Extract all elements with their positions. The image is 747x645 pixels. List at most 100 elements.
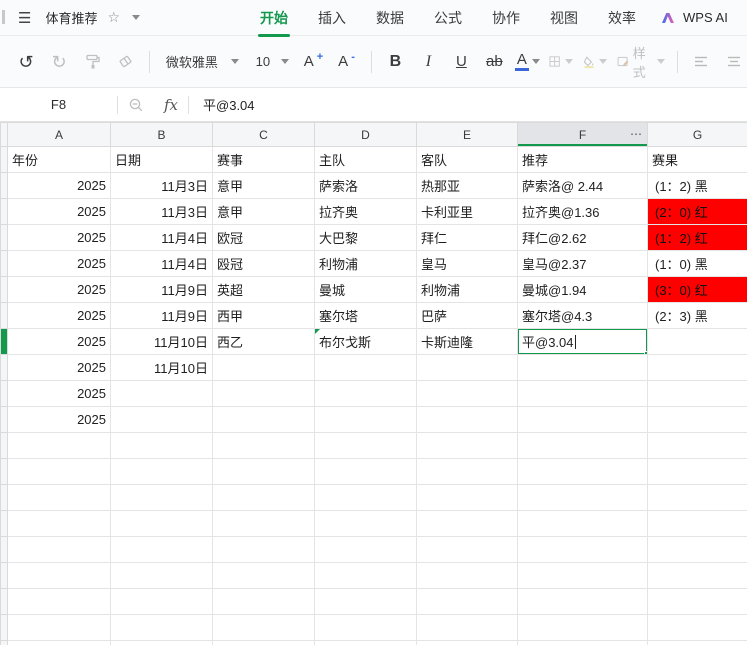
cell[interactable]: [7, 588, 111, 615]
cell[interactable]: [314, 588, 417, 615]
cell[interactable]: [647, 328, 747, 355]
row-header[interactable]: [0, 380, 8, 407]
row-header[interactable]: [0, 224, 8, 251]
font-name-select[interactable]: 微软雅黑: [162, 48, 243, 76]
italic-button[interactable]: I: [416, 48, 440, 76]
cell[interactable]: 西乙: [212, 328, 315, 355]
cell[interactable]: 西甲: [212, 302, 315, 329]
cell-result-red[interactable]: (2：0) 红: [647, 198, 747, 225]
tab-insert[interactable]: 插入: [316, 8, 348, 28]
cell[interactable]: [517, 588, 648, 615]
cell[interactable]: [110, 562, 213, 589]
cell[interactable]: [314, 562, 417, 589]
cell[interactable]: [517, 354, 648, 381]
row-header[interactable]: [0, 588, 8, 615]
column-header-A[interactable]: A: [7, 122, 111, 147]
cell[interactable]: 拜仁: [416, 224, 518, 251]
cell[interactable]: (1：0) 黑: [647, 250, 747, 277]
cell[interactable]: [212, 614, 315, 641]
cell[interactable]: 11月3日: [110, 172, 213, 199]
cell[interactable]: [517, 510, 648, 537]
cell[interactable]: 利物浦: [314, 250, 417, 277]
cell[interactable]: (1：2) 黑: [647, 172, 747, 199]
cell[interactable]: [314, 406, 417, 433]
cell[interactable]: 11月4日: [110, 250, 213, 277]
cell[interactable]: 塞尔塔@4.3: [517, 302, 648, 329]
cell[interactable]: [416, 614, 518, 641]
cell[interactable]: [7, 640, 111, 645]
cell[interactable]: 2025: [7, 380, 111, 407]
row-header[interactable]: [0, 172, 8, 199]
cell[interactable]: 2025: [7, 172, 111, 199]
cell[interactable]: [212, 380, 315, 407]
tab-data[interactable]: 数据: [374, 8, 406, 28]
cell[interactable]: 拉齐奥@1.36: [517, 198, 648, 225]
cell[interactable]: [7, 432, 111, 459]
cell[interactable]: 推荐: [517, 146, 648, 173]
cell[interactable]: [517, 432, 648, 459]
cell[interactable]: [314, 458, 417, 485]
cell[interactable]: [517, 640, 648, 645]
tab-home[interactable]: 开始: [258, 8, 291, 37]
tab-view[interactable]: 视图: [548, 8, 580, 28]
cell[interactable]: [416, 588, 518, 615]
row-header[interactable]: [0, 510, 8, 537]
cell[interactable]: 皇马: [416, 250, 518, 277]
cell[interactable]: 11月9日: [110, 276, 213, 303]
row-header[interactable]: [0, 432, 8, 459]
cell[interactable]: [212, 588, 315, 615]
row-header[interactable]: [0, 302, 8, 329]
row-header[interactable]: [0, 406, 8, 433]
fill-handle[interactable]: [644, 351, 647, 354]
cell[interactable]: [110, 536, 213, 563]
cell[interactable]: 萨索洛@ 2.44: [517, 172, 648, 199]
column-menu-icon[interactable]: ⋯: [630, 127, 642, 141]
cell[interactable]: [314, 354, 417, 381]
cell[interactable]: [110, 640, 213, 645]
row-header[interactable]: [0, 146, 8, 173]
row-header[interactable]: [0, 536, 8, 563]
cell[interactable]: [110, 614, 213, 641]
select-all-corner[interactable]: [0, 122, 8, 147]
row-header[interactable]: [0, 198, 8, 225]
cell[interactable]: [647, 458, 747, 485]
cell[interactable]: [647, 640, 747, 645]
cell[interactable]: [517, 484, 648, 511]
cell-flagged[interactable]: 布尔戈斯: [314, 328, 417, 355]
cell-style-button[interactable]: 样式: [616, 46, 666, 80]
row-header[interactable]: [0, 458, 8, 485]
title-dropdown-icon[interactable]: [132, 15, 141, 20]
cell[interactable]: [647, 614, 747, 641]
cell[interactable]: [212, 640, 315, 645]
cell[interactable]: 11月10日: [110, 354, 213, 381]
cell[interactable]: [416, 484, 518, 511]
cell[interactable]: [647, 588, 747, 615]
cell[interactable]: [517, 536, 648, 563]
cell[interactable]: 利物浦: [416, 276, 518, 303]
cell[interactable]: [212, 406, 315, 433]
cell[interactable]: [517, 458, 648, 485]
cell[interactable]: [517, 380, 648, 407]
tab-efficiency[interactable]: 效率: [606, 8, 638, 28]
wps-ai-button[interactable]: WPS AI: [660, 10, 728, 26]
zoom-search-button[interactable]: [128, 97, 144, 113]
cell[interactable]: [314, 536, 417, 563]
cell[interactable]: [110, 484, 213, 511]
column-header-G[interactable]: G: [647, 122, 747, 147]
cell[interactable]: [110, 406, 213, 433]
font-size-select[interactable]: 10: [252, 48, 293, 76]
cell[interactable]: 欧冠: [212, 224, 315, 251]
column-header-B[interactable]: B: [110, 122, 213, 147]
cell[interactable]: [314, 484, 417, 511]
cell[interactable]: [416, 562, 518, 589]
cell[interactable]: [416, 458, 518, 485]
cell[interactable]: [7, 614, 111, 641]
cell-result-red[interactable]: (1：2) 红: [647, 224, 747, 251]
underline-button[interactable]: U: [449, 48, 473, 76]
cell[interactable]: 卡斯迪隆: [416, 328, 518, 355]
strikethrough-button[interactable]: ab: [482, 48, 506, 76]
cell[interactable]: 拜仁@2.62: [517, 224, 648, 251]
cell[interactable]: [647, 380, 747, 407]
cell[interactable]: 卡利亚里: [416, 198, 518, 225]
cell[interactable]: 曼城@1.94: [517, 276, 648, 303]
